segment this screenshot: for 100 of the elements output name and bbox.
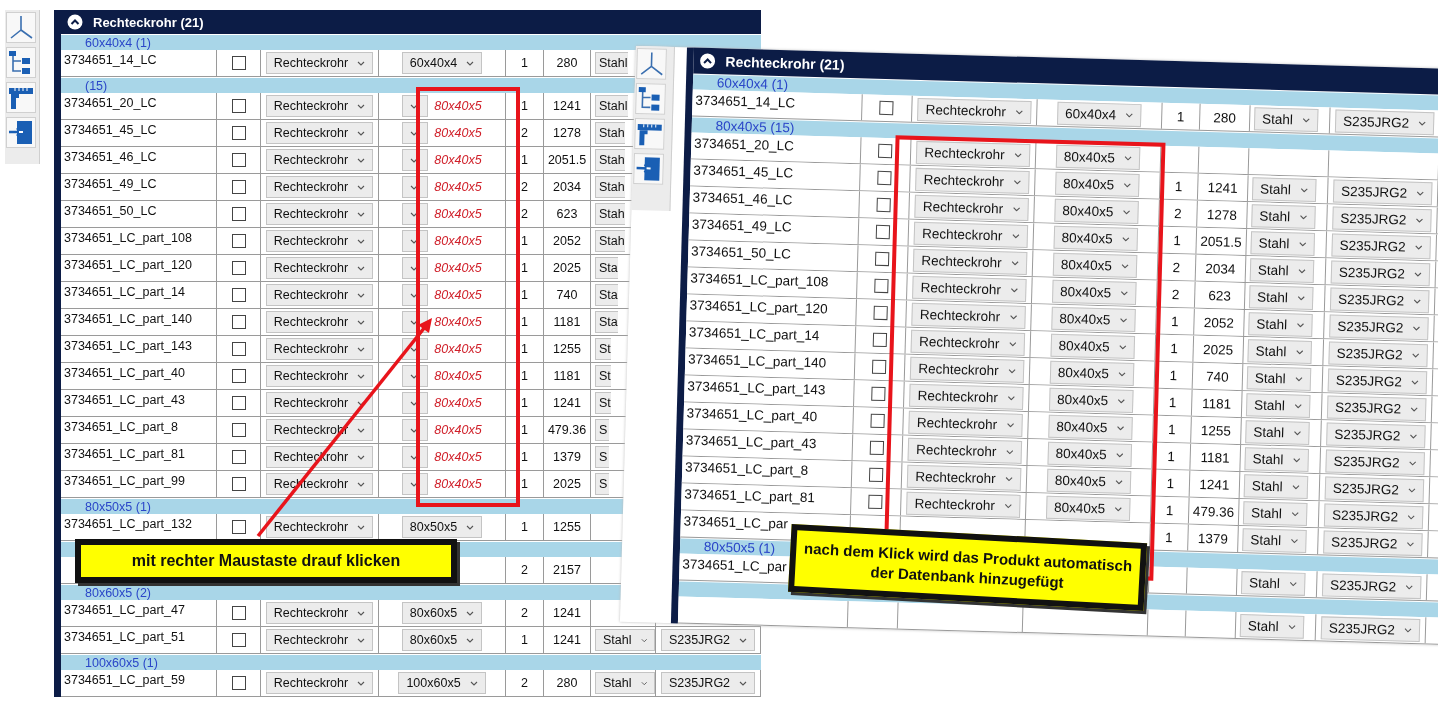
dropdown[interactable]: Stahl	[1245, 392, 1311, 418]
dropdown[interactable]: S235JRG2	[1334, 109, 1435, 135]
dropdown[interactable]: S235JRG2	[1326, 394, 1427, 421]
toolbar-button[interactable]	[6, 47, 36, 78]
dropdown[interactable]: Stah	[595, 149, 625, 171]
dropdown[interactable]: 80x40x5	[1048, 414, 1133, 440]
dropdown[interactable]: Rechteckrohr	[265, 149, 374, 171]
dropdown[interactable]: 80x40x5	[1051, 306, 1136, 332]
checkbox[interactable]	[231, 423, 246, 437]
dropdown[interactable]: Stahl	[1251, 203, 1316, 229]
dropdown[interactable]: Rechteckrohr	[265, 257, 374, 279]
dropdown[interactable]: Rechteckrohr	[912, 275, 1027, 302]
dropdown[interactable]: Rechteckrohr	[265, 516, 374, 538]
dropdown[interactable]: S235JRG2	[1332, 179, 1433, 205]
dropdown[interactable]: S	[595, 419, 609, 441]
dropdown[interactable]: S235JRG2	[1327, 367, 1428, 394]
dropdown[interactable]: Rechteckrohr	[265, 284, 374, 306]
dropdown[interactable]: S235JRG2	[1328, 340, 1428, 367]
checkbox[interactable]	[231, 315, 246, 329]
dropdown[interactable]: Stahl	[1243, 473, 1308, 499]
toolbar-button[interactable]	[635, 83, 666, 115]
dropdown[interactable]: Rechteckrohr	[910, 356, 1024, 383]
dropdown[interactable]: 60x40x4	[401, 52, 483, 74]
dropdown[interactable]: 80x40x5	[1050, 333, 1135, 359]
dropdown[interactable]: 60x40x4	[1056, 101, 1142, 127]
toolbar-button[interactable]	[633, 153, 664, 185]
dropdown[interactable]: S235JRG2	[1331, 233, 1431, 259]
dropdown[interactable]: Rechteckrohr	[265, 392, 374, 414]
dropdown[interactable]: Rechteckrohr	[917, 97, 1032, 124]
dropdown[interactable]: Stahl	[1247, 338, 1312, 364]
dropdown[interactable]: S235JRG2	[1323, 502, 1424, 529]
toolbar-button[interactable]	[636, 48, 667, 80]
checkbox[interactable]	[872, 359, 887, 375]
dropdown[interactable]: S235JRG2	[1329, 287, 1430, 313]
checkbox[interactable]	[873, 305, 889, 321]
dropdown[interactable]: Sta	[595, 311, 618, 333]
checkbox[interactable]	[870, 413, 886, 429]
dropdown[interactable]: Stahl	[1244, 446, 1309, 472]
dropdown[interactable]: Rechteckrohr	[265, 602, 374, 624]
dropdown[interactable]: Stahl	[1242, 500, 1308, 526]
dropdown[interactable]: S235JRG2	[1324, 475, 1425, 502]
dropdown[interactable]: S	[595, 473, 609, 495]
checkbox[interactable]	[871, 386, 886, 402]
dropdown[interactable]: 80x50x5	[401, 516, 483, 538]
dropdown[interactable]: S235JRG2	[1332, 206, 1432, 232]
dropdown[interactable]: 80x40x5	[1046, 468, 1132, 494]
checkbox[interactable]	[869, 467, 884, 483]
checkbox[interactable]	[876, 224, 891, 240]
checkbox[interactable]	[870, 440, 885, 456]
dropdown[interactable]: Stahl	[1249, 257, 1314, 283]
toolbar-button[interactable]	[6, 117, 36, 148]
dropdown[interactable]: Rechteckrohr	[910, 329, 1025, 356]
dropdown[interactable]: Rechteckrohr	[265, 176, 374, 198]
dropdown[interactable]: Rechteckrohr	[265, 122, 374, 144]
dropdown[interactable]: S235JRG2	[660, 672, 756, 694]
dropdown[interactable]: Rechteckrohr	[265, 52, 374, 74]
dropdown[interactable]: Stahl	[1242, 527, 1307, 553]
checkbox[interactable]	[231, 676, 246, 690]
dropdown[interactable]: S235JRG2	[1320, 615, 1421, 642]
dropdown[interactable]: Stahl	[1248, 311, 1313, 337]
checkbox[interactable]	[231, 450, 246, 464]
dropdown[interactable]: 80x40x5	[1054, 198, 1139, 224]
dropdown[interactable]: Rechteckrohr	[913, 221, 1028, 248]
dropdown[interactable]: Stahl	[595, 672, 655, 694]
dropdown[interactable]: S235JRG2	[660, 629, 756, 651]
dropdown[interactable]: Stahl	[1253, 106, 1319, 132]
dropdown[interactable]: Stahl	[1240, 570, 1306, 596]
dropdown[interactable]: Sta	[595, 257, 618, 279]
dropdown[interactable]: S235JRG2	[1330, 260, 1431, 286]
dropdown[interactable]: S235JRG2	[1321, 572, 1422, 599]
dropdown[interactable]: 80x60x5	[401, 629, 483, 651]
dropdown[interactable]: Rechteckrohr	[265, 230, 374, 252]
checkbox[interactable]	[231, 234, 246, 248]
dropdown[interactable]: 80x60x5	[401, 602, 483, 624]
dropdown[interactable]: Rechteckrohr	[907, 437, 1022, 464]
dropdown[interactable]: 80x40x5	[1045, 495, 1131, 521]
dropdown[interactable]: St	[595, 365, 611, 387]
dropdown[interactable]: Rechteckrohr	[915, 167, 1030, 194]
checkbox[interactable]	[231, 153, 246, 167]
dropdown[interactable]: Rechteckrohr	[265, 629, 374, 651]
checkbox[interactable]	[231, 520, 246, 534]
checkbox[interactable]	[868, 494, 883, 510]
dropdown[interactable]: 80x40x5	[1055, 144, 1141, 170]
toolbar-button[interactable]	[6, 12, 36, 43]
dropdown[interactable]: 80x40x5	[1051, 279, 1137, 305]
dropdown[interactable]: 80x40x5	[1054, 171, 1140, 197]
dropdown[interactable]: St	[595, 392, 611, 414]
checkbox[interactable]	[231, 99, 246, 113]
checkbox[interactable]	[231, 606, 246, 620]
dropdown[interactable]: Stah	[595, 203, 625, 225]
collapse-icon[interactable]	[67, 14, 83, 30]
dropdown[interactable]: 80x40x5	[1049, 360, 1135, 386]
dropdown[interactable]: Rechteckrohr	[913, 248, 1027, 275]
dropdown[interactable]: Stahl	[595, 52, 628, 74]
checkbox[interactable]	[876, 197, 892, 213]
dropdown[interactable]: Stahl	[1250, 230, 1315, 256]
checkbox[interactable]	[874, 278, 889, 294]
dropdown[interactable]: S235JRG2	[1322, 529, 1423, 556]
checkbox[interactable]	[231, 633, 246, 647]
dropdown[interactable]: 100x60x5	[398, 672, 486, 694]
